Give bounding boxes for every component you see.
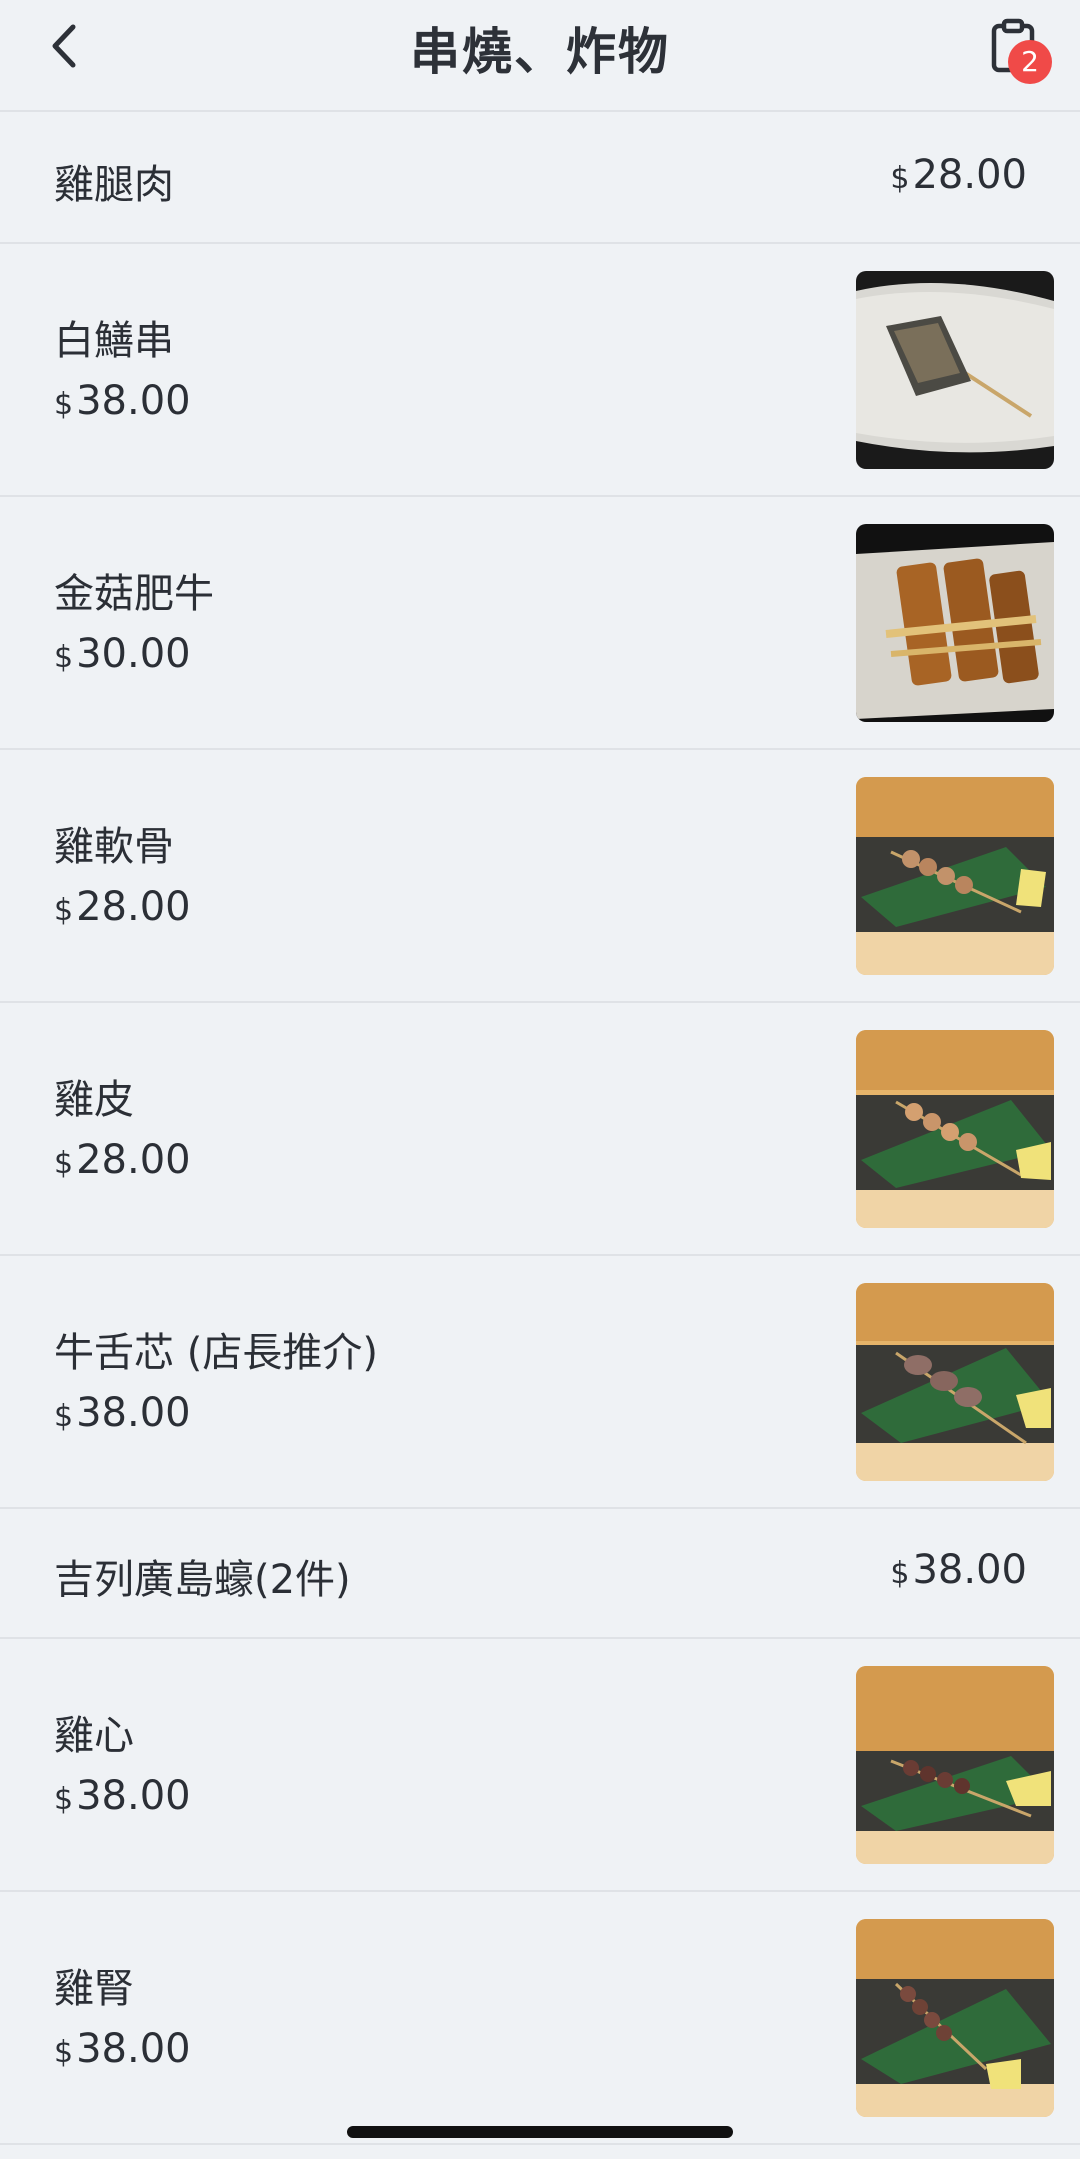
currency-symbol: $ — [54, 2035, 74, 2070]
currency-symbol: $ — [54, 1146, 74, 1181]
menu-item[interactable]: 牛舌芯 (店長推介) $38.00 — [0, 1256, 1080, 1509]
menu-item[interactable]: 金菇肥牛 $30.00 — [0, 497, 1080, 750]
item-name: 金菇肥牛 — [54, 571, 214, 617]
currency-symbol: $ — [54, 893, 74, 928]
item-price: $30.00 — [54, 631, 191, 677]
page-title: 串燒、炸物 — [410, 23, 670, 81]
menu-item[interactable]: 雞腎 $38.00 — [0, 1892, 1080, 2145]
eel-skewer-photo — [856, 271, 1054, 469]
chicken-cartilage-photo — [856, 777, 1054, 975]
menu-item[interactable]: 白鱔串 $38.00 — [0, 244, 1080, 497]
item-name: 雞軟骨 — [54, 824, 174, 870]
currency-symbol: $ — [54, 1782, 74, 1817]
currency-symbol: $ — [890, 161, 910, 196]
menu-item[interactable]: 雞軟骨 $28.00 — [0, 750, 1080, 1003]
item-name: 雞腎 — [54, 1966, 134, 2012]
menu-item[interactable]: 雞皮 $28.00 — [0, 1003, 1080, 1256]
menu-item[interactable]: 雞腿肉 $28.00 — [0, 114, 1080, 244]
beef-tongue-photo — [856, 1283, 1054, 1481]
item-name: 雞皮 — [54, 1077, 134, 1123]
menu-item[interactable]: 吉列廣島蠔(2件) $38.00 — [0, 1509, 1080, 1639]
currency-symbol: $ — [54, 387, 74, 422]
menu-item-list: 雞腿肉 $28.00 白鱔串 $38.00 金菇肥牛 $30.00 雞軟骨 $2… — [0, 114, 1080, 2145]
item-price: $38.00 — [54, 2026, 191, 2072]
item-price: $28.00 — [890, 152, 1027, 198]
item-name: 牛舌芯 (店長推介) — [54, 1330, 378, 1376]
item-price: $38.00 — [54, 378, 191, 424]
item-name: 白鱔串 — [54, 318, 174, 364]
item-name: 吉列廣島蠔(2件) — [54, 1557, 351, 1603]
currency-symbol: $ — [54, 1399, 74, 1434]
currency-symbol: $ — [54, 640, 74, 675]
menu-item[interactable]: 雞心 $38.00 — [0, 1639, 1080, 1892]
item-price: $38.00 — [54, 1390, 191, 1436]
chicken-skin-photo — [856, 1030, 1054, 1228]
enoki-beef-photo — [856, 524, 1054, 722]
item-name: 雞腿肉 — [54, 162, 174, 208]
item-price: $28.00 — [54, 1137, 191, 1183]
cart-count-badge: 2 — [1008, 40, 1052, 84]
currency-symbol: $ — [890, 1556, 910, 1591]
item-name: 雞心 — [54, 1713, 134, 1759]
app-header: 串燒、炸物 2 — [0, 0, 1080, 112]
chicken-gizzard-photo — [856, 1919, 1054, 2117]
item-price: $38.00 — [54, 1773, 191, 1819]
item-price: $38.00 — [890, 1547, 1027, 1593]
item-price: $28.00 — [54, 884, 191, 930]
chicken-heart-photo — [856, 1666, 1054, 1864]
home-indicator[interactable] — [347, 2126, 733, 2138]
